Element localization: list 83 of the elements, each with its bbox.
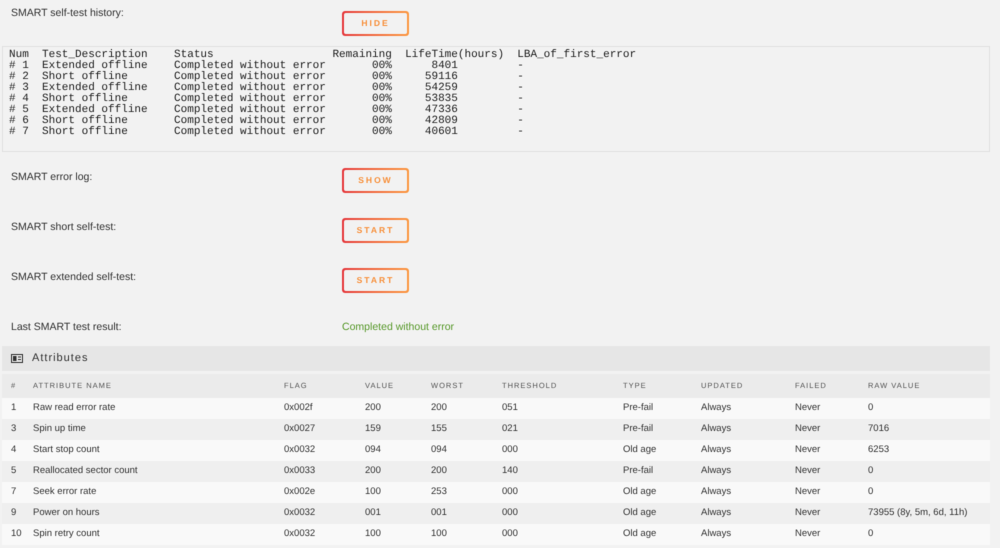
- table-cell-text: Always: [701, 485, 732, 500]
- table-cell-text: 100: [431, 527, 448, 542]
- table-cell-text: Spin up time: [33, 422, 87, 436]
- table-cell-text: 0x002f: [284, 401, 314, 416]
- table-cell-text: 7016: [868, 422, 890, 436]
- field-label: Last SMART test result:: [10, 320, 122, 334]
- self-test-log: Num Test_Description Status Remaining LifeTime(hours) LBA_of_first_error # 1 Extended offline Completed without error 00% 8401 - # 2 Short offline Completed without error 00% 59116 - # 3 Extended offline Completed without error 00% 54259 - # 4 Short offline Completed without error 00% 53835 - # 5 Extended offline Completed without error 00% 47336 - # 6 Short offline Completed without error 00% 42809 - # 7 Short offline Completed without error 00% 40601 -: [2, 46, 990, 152]
- table-cell-text: 140: [502, 464, 519, 478]
- table-cell-text: Old age: [623, 506, 658, 520]
- table-cell-text: 0x0032: [284, 527, 316, 542]
- table-cell-text: 0: [868, 401, 874, 416]
- table-cell-text: 100: [365, 485, 382, 500]
- table-cell-text: 7: [10, 485, 18, 500]
- table-cell-text: Spin retry count: [33, 527, 101, 542]
- table-cell-text: 000: [502, 506, 519, 520]
- table-cell-text: 10: [10, 527, 23, 542]
- table-cell-text: 253: [431, 485, 448, 500]
- table-cell-text: 5: [10, 464, 18, 478]
- table-cell-text: Pre-fail: [623, 401, 654, 416]
- table-cell-text: 000: [502, 527, 519, 542]
- table-cell-text: 0x0032: [284, 506, 316, 520]
- table-cell-text: Always: [701, 443, 732, 458]
- table-cell-text: 200: [431, 464, 448, 478]
- table-cell-text: Never: [795, 485, 822, 500]
- table-cell-text: Never: [795, 443, 822, 458]
- table-cell-text: Never: [795, 506, 822, 520]
- table-cell-text: Always: [701, 506, 732, 520]
- table-cell-text: 051: [502, 401, 519, 416]
- table-cell-text: 001: [365, 506, 382, 520]
- field-label: SMART extended self-test:: [10, 270, 138, 284]
- table-cell-text: 0: [868, 464, 874, 478]
- table-cell-text: 021: [502, 422, 519, 436]
- table-cell-text: 001: [431, 506, 448, 520]
- table-cell-text: 4: [10, 443, 18, 458]
- table-cell-text: 000: [502, 485, 519, 500]
- table-cell-text: 0x0032: [284, 443, 316, 458]
- table-cell-text: Always: [701, 527, 732, 542]
- table-cell-text: 73955 (8y, 5m, 6d, 11h): [868, 506, 968, 520]
- table-cell-text: 094: [365, 443, 382, 458]
- table-cell-text: 0: [868, 485, 874, 500]
- table-cell-text: 9: [10, 506, 18, 520]
- table-cell-text: 3: [10, 422, 18, 436]
- table-cell-text: Reallocated sector count: [33, 464, 139, 478]
- id-card-icon: [11, 354, 23, 363]
- action-button[interactable]: HIDE: [342, 11, 409, 36]
- table-cell-text: 000: [502, 443, 519, 458]
- table-cell-text: Old age: [623, 485, 658, 500]
- table-cell-text: 0x0027: [284, 422, 316, 436]
- table-cell-text: 0x002e: [284, 485, 316, 500]
- table-cell-text: Old age: [623, 443, 658, 458]
- table-cell-text: Never: [795, 401, 822, 416]
- field-label: SMART short self-test:: [10, 220, 118, 234]
- table-cell-text: 155: [431, 422, 448, 436]
- table-cell-text: 100: [365, 527, 382, 542]
- table-cell-text: Seek error rate: [33, 485, 98, 500]
- table-cell-text: 0: [868, 527, 874, 542]
- table-cell-text: Pre-fail: [623, 422, 654, 436]
- field-label: SMART error log:: [10, 170, 94, 184]
- table-cell-text: Always: [701, 464, 732, 478]
- table-cell-text: Always: [701, 422, 732, 436]
- table-cell-text: 200: [365, 464, 382, 478]
- action-button[interactable]: START: [342, 268, 409, 293]
- table-cell-text: Never: [795, 422, 822, 436]
- action-button[interactable]: START: [342, 218, 409, 243]
- action-button[interactable]: SHOW: [342, 168, 409, 193]
- table-cell-text: 1: [10, 401, 18, 416]
- field-label: SMART self-test history:: [10, 6, 125, 20]
- table-cell-text: Never: [795, 527, 822, 542]
- table-cell-text: Old age: [623, 527, 658, 542]
- table-cell-text: 094: [431, 443, 448, 458]
- table-cell-text: Never: [795, 464, 822, 478]
- table-cell-text: 6253: [868, 443, 890, 458]
- table-cell-text: 200: [365, 401, 382, 416]
- table-cell-text: Raw read error rate: [33, 401, 116, 416]
- result-value: Completed without error: [342, 320, 454, 334]
- table-cell-text: Pre-fail: [623, 464, 654, 478]
- table-cell-text: 0x0033: [284, 464, 316, 478]
- table-cell-text: Always: [701, 401, 732, 416]
- table-cell-text: 159: [365, 422, 382, 436]
- section-title: Attributes: [32, 351, 88, 366]
- table-cell-text: 200: [431, 401, 448, 416]
- table-cell-text: Start stop count: [33, 443, 101, 458]
- table-cell-text: Power on hours: [33, 506, 101, 520]
